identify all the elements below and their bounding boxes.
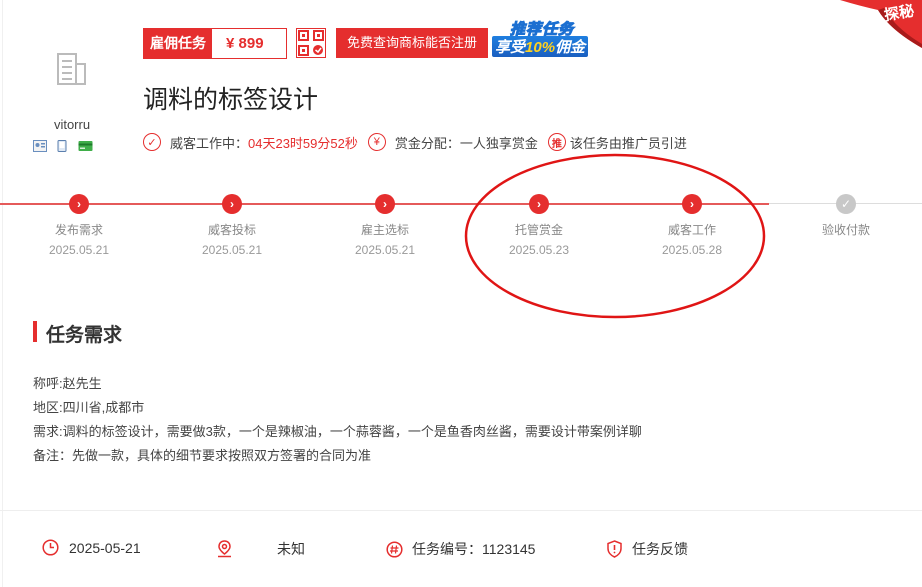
requirement-line: 备注：先做一款，具体的细节要求按照双方签署的合同为准 — [33, 448, 372, 463]
step-dot: ✓ — [836, 194, 856, 214]
step-dot: › — [222, 194, 242, 214]
step-name: 发布需求 — [54, 223, 103, 237]
step-dot: › — [375, 194, 395, 214]
trademark-check-button[interactable]: 免费查询商标能否注册 — [336, 28, 489, 58]
task-type-label: 雇佣任务 — [144, 29, 212, 58]
footer-location-text: 未知 — [277, 541, 305, 557]
hash-icon — [386, 540, 403, 558]
location-pin-icon — [218, 540, 231, 558]
working-label: 威客工作中： — [170, 135, 249, 151]
price-box: 雇佣任务 ¥ 899 — [143, 28, 287, 59]
step-date: 2025.05.21 — [48, 243, 110, 257]
step-date: 2025.05.21 — [354, 243, 416, 257]
promote-icon: 推 — [547, 133, 566, 151]
yen-icon: ¥ — [367, 133, 386, 151]
reward-label: 赏金分配： — [394, 135, 460, 151]
footer-feedback[interactable]: 任务反馈 — [606, 539, 688, 559]
step-date: 2025.05.21 — [201, 243, 263, 257]
username[interactable]: vitorru — [40, 117, 104, 132]
step-name: 雇主选标 — [360, 223, 409, 237]
footer-task-number: 任务编号：1123145 — [386, 539, 535, 559]
footer-location: 未知 — [216, 539, 305, 559]
requirement-line: 需求:调料的标签设计，需要做3款，一个是辣椒油，一个蒜蓉酱，一个是鱼香肉丝酱，需… — [33, 424, 642, 439]
promoter-text[interactable]: 该任务由推广员引进 — [570, 133, 687, 152]
id-card-icon — [33, 139, 47, 152]
corner-badge[interactable]: 探秘 — [840, 0, 922, 48]
step-payment: ✓ 验收付款 — [796, 194, 896, 243]
footer-date-text: 2025-05-21 — [69, 539, 141, 556]
promo-subtitle: 享受10%佣金 — [492, 36, 589, 57]
step-dot: › — [69, 194, 89, 214]
annotation-ellipse — [464, 153, 766, 319]
footer-divider — [0, 510, 922, 511]
step-name: 验收付款 — [821, 223, 870, 237]
promo-banner[interactable]: 推荐任务 享受10%佣金 — [490, 18, 608, 58]
reward-value: 一人独享赏金 — [459, 135, 538, 151]
countdown: 04天23时59分52秒 — [248, 135, 358, 151]
building-icon — [57, 53, 86, 85]
qr-code-icon[interactable] — [296, 28, 326, 58]
bank-card-icon — [78, 140, 93, 151]
requirement-line: 称呼:赵先生 — [33, 376, 102, 391]
price-value: ¥ 899 — [212, 29, 286, 58]
shield-alert-icon — [607, 540, 622, 558]
clock-icon — [42, 539, 59, 556]
step-bid: › 威客投标 2025.05.21 — [182, 194, 282, 257]
phone-icon — [57, 139, 67, 152]
check-circle-icon: ✓ — [143, 133, 161, 151]
working-status: ✓ 威客工作中： 04天23时59分52秒 — [143, 133, 358, 152]
step-name: 威客投标 — [207, 223, 256, 237]
task-title: 调料的标签设计 — [143, 86, 319, 114]
feedback-link[interactable]: 任务反馈 — [632, 539, 688, 559]
step-publish: › 发布需求 2025.05.21 — [29, 194, 129, 257]
reward-distribution: ¥ 赏金分配： 一人独享赏金 — [367, 133, 538, 152]
requirement-line: 地区:四川省,成都市 — [33, 400, 145, 415]
footer-date: 2025-05-21 — [42, 539, 141, 556]
requirements-heading: 任务需求 — [46, 325, 123, 346]
task-number-text: 任务编号：1123145 — [412, 541, 536, 557]
step-select: › 雇主选标 2025.05.21 — [335, 194, 435, 257]
verification-badges — [33, 137, 99, 152]
promoter-info: 推 该任务由推广员引进 — [547, 133, 687, 152]
left-border — [2, 0, 3, 587]
status-row: ✓ 威客工作中： 04天23时59分52秒 ¥ 赏金分配： 一人独享赏金 推 该… — [143, 131, 697, 153]
section-accent-bar — [33, 321, 37, 342]
